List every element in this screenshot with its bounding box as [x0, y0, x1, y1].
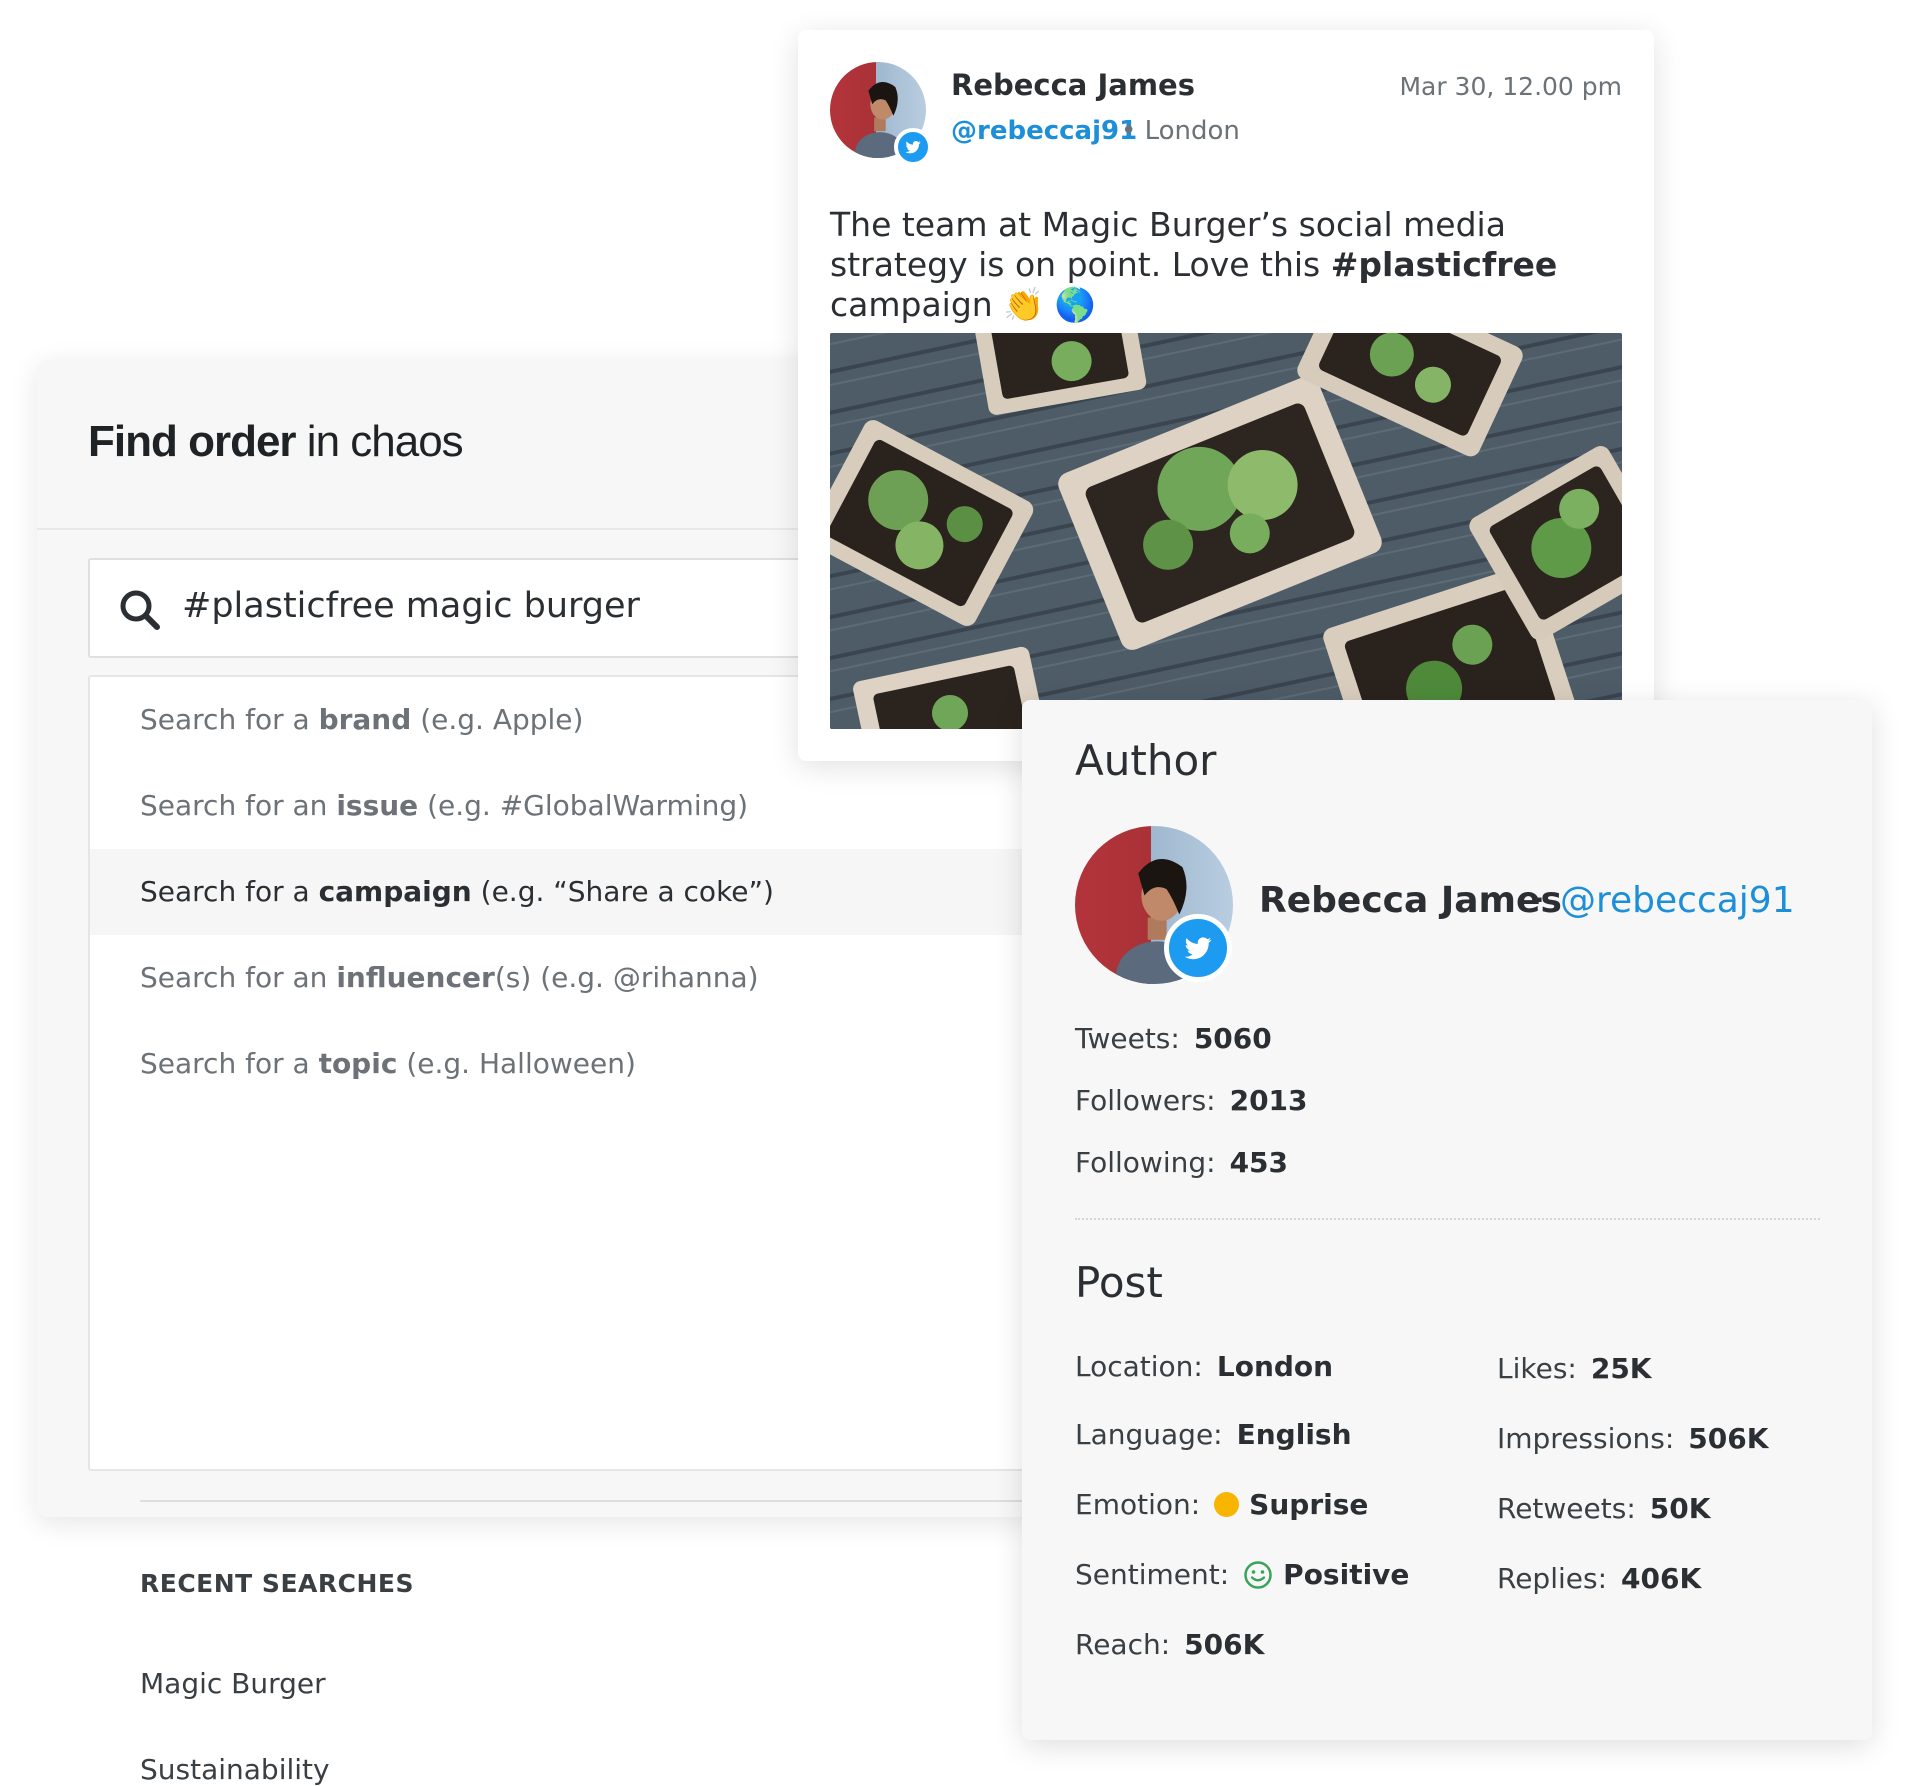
stat-followers: Followers: 2013	[1075, 1084, 1308, 1117]
emotion-indicator-icon	[1214, 1492, 1240, 1517]
twitter-icon	[894, 128, 932, 166]
stat-following: Following: 453	[1075, 1146, 1289, 1179]
divider	[140, 1500, 1060, 1502]
post-emotion: Emotion: Suprise	[1075, 1488, 1369, 1521]
suggestion-campaign[interactable]: Search for a campaign (e.g. “Share a cok…	[90, 849, 1046, 935]
post-section-title: Post	[1075, 1258, 1163, 1307]
suggestion-influencer[interactable]: Search for an influencer(s) (e.g. @rihan…	[90, 935, 1046, 1021]
emoji-clap-earth: 👏 🌎	[1003, 285, 1096, 324]
recent-searches-heading: RECENT SEARCHES	[140, 1569, 414, 1598]
hashtag-link[interactable]: #plasticfree	[1331, 245, 1558, 284]
tweet-image[interactable]	[830, 333, 1622, 729]
stat-tweets: Tweets: 5060	[1075, 1022, 1272, 1055]
tweet-card[interactable]: Rebecca James Mar 30, 12.00 pm @rebeccaj…	[798, 30, 1654, 761]
author-card: Author Rebecca James · @rebeccaj91 Tweet…	[1022, 700, 1872, 1740]
post-sentiment: Sentiment: Positive	[1075, 1558, 1410, 1591]
recent-search-item[interactable]: Sustainability	[140, 1753, 330, 1786]
post-retweets: Retweets: 50K	[1497, 1492, 1711, 1525]
tweet-author-name[interactable]: Rebecca James	[951, 68, 1195, 102]
suggestion-issue[interactable]: Search for an issue (e.g. #GlobalWarming…	[90, 763, 1046, 849]
post-likes: Likes: 25K	[1497, 1352, 1652, 1385]
smiley-icon	[1244, 1561, 1272, 1589]
post-location: Location: London	[1075, 1350, 1334, 1383]
tweet-author-handle[interactable]: @rebeccaj91	[951, 116, 1137, 146]
section-divider	[1075, 1218, 1820, 1220]
tweet-location: • London	[1121, 116, 1240, 146]
author-section-title: Author	[1075, 736, 1217, 785]
search-input[interactable]: #plasticfree magic burger	[88, 558, 848, 658]
post-reach: Reach: 506K	[1075, 1628, 1265, 1661]
post-impressions: Impressions: 506K	[1497, 1422, 1769, 1455]
name-separator: ·	[1534, 880, 1546, 921]
post-replies: Replies: 406K	[1497, 1562, 1702, 1595]
recent-search-item[interactable]: Magic Burger	[140, 1667, 326, 1700]
author-handle[interactable]: @rebeccaj91	[1560, 880, 1795, 921]
suggestion-topic[interactable]: Search for a topic (e.g. Halloween)	[90, 1021, 1046, 1107]
search-query[interactable]: #plasticfree magic burger	[182, 586, 640, 626]
tweet-date: Mar 30, 12.00 pm	[1399, 72, 1622, 101]
search-icon	[120, 590, 160, 630]
tweet-text: The team at Magic Burger’s social media …	[830, 205, 1558, 324]
suggestion-dropdown: Search for a brand (e.g. Apple) Search f…	[88, 675, 1060, 1786]
panel-title: Find order in chaos	[88, 417, 464, 466]
post-language: Language: English	[1075, 1418, 1352, 1451]
seedling-trays-photo	[830, 333, 1622, 729]
twitter-icon	[1164, 914, 1232, 982]
author-name[interactable]: Rebecca James	[1259, 880, 1562, 921]
